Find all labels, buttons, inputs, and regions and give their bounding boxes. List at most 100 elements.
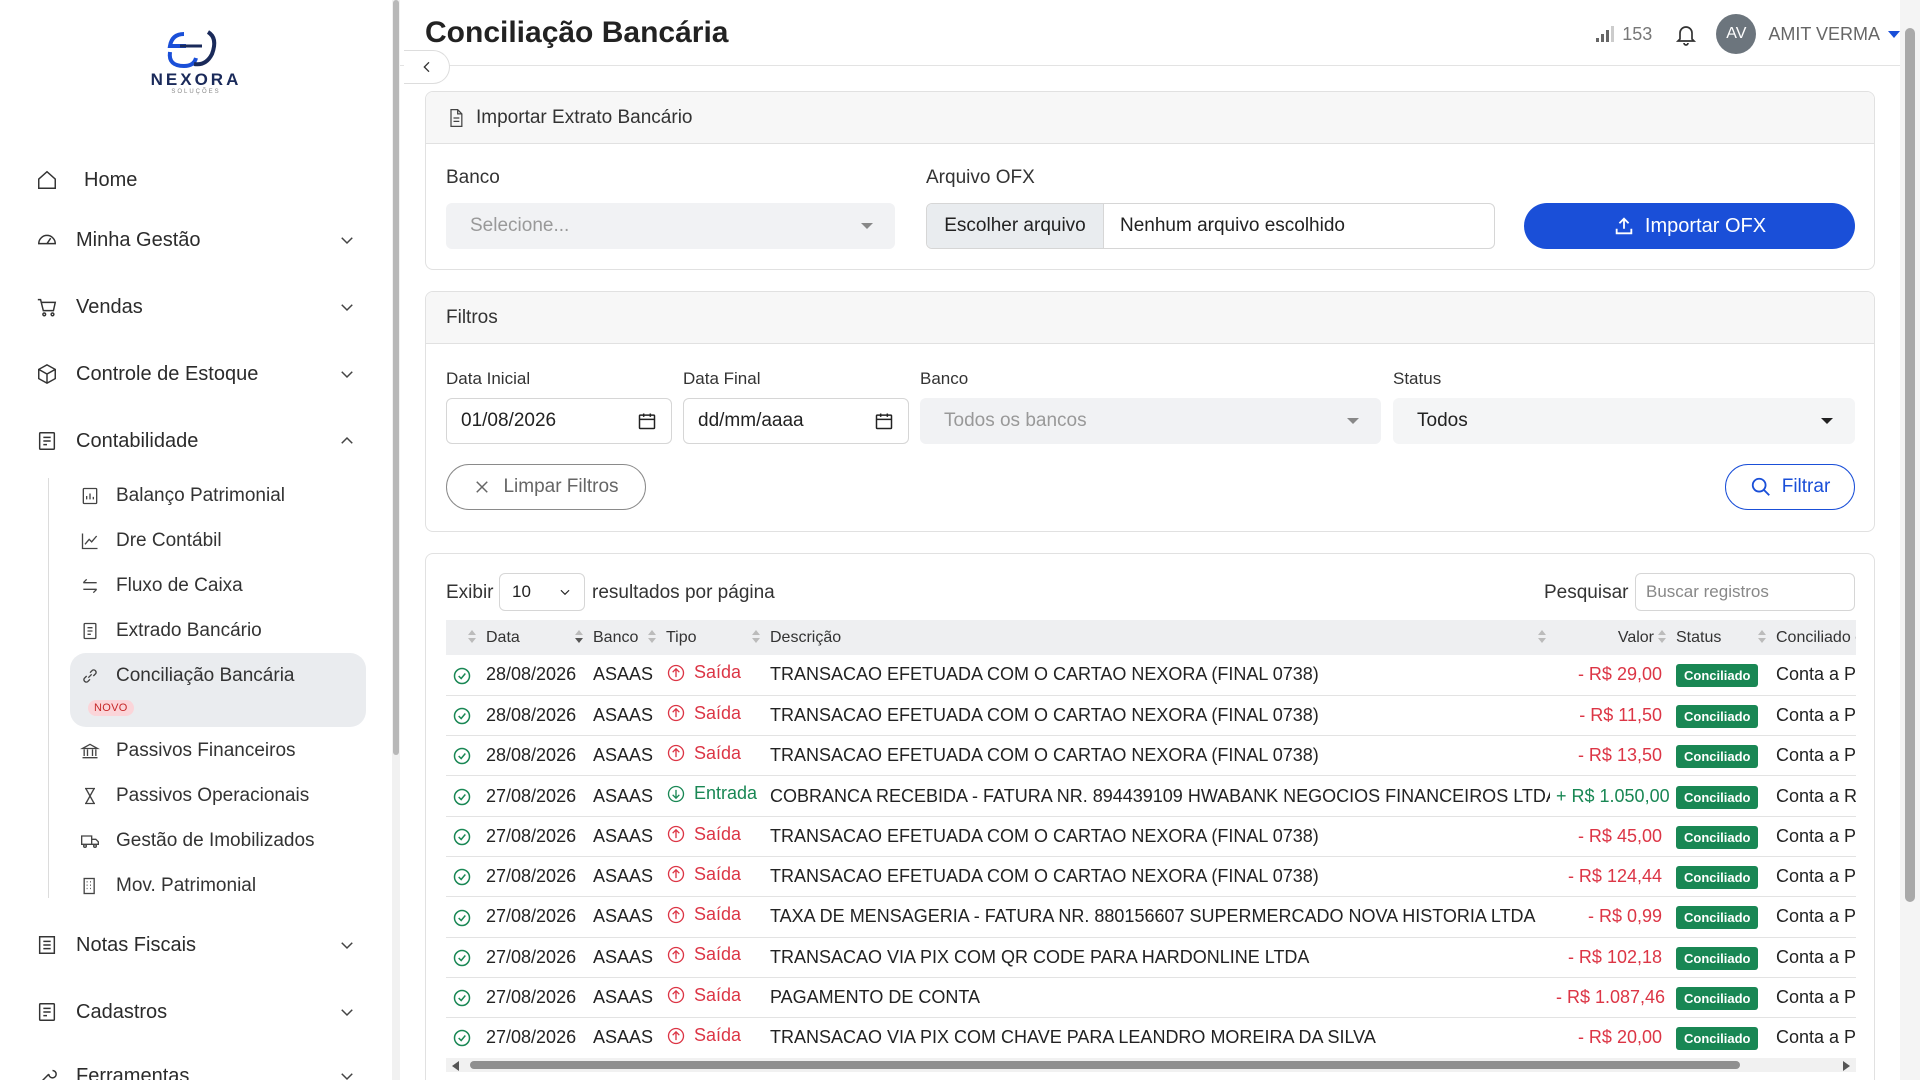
cell-conciliado[interactable]: Conta a Pa bbox=[1770, 897, 1856, 937]
table-row[interactable]: 28/08/2026 ASAAS Saída TRANSACAO EFETUADA C… bbox=[446, 655, 1856, 696]
cell-valor: - R$ 29,00 bbox=[1577, 664, 1662, 685]
reconciled-indicator bbox=[446, 856, 480, 896]
table-row[interactable]: 28/08/2026 ASAAS Saída TRANSACAO EFETUADA C… bbox=[446, 695, 1856, 736]
scroll-left-icon[interactable] bbox=[452, 1061, 459, 1071]
file-icon bbox=[450, 108, 463, 127]
table-row[interactable]: 28/08/2026 ASAAS Saída TRANSACAO EFETUADA C… bbox=[446, 736, 1856, 776]
cell-tipo: Saída bbox=[660, 655, 764, 695]
submenu-label: Extrado Bancário bbox=[116, 620, 262, 641]
submenu-item-passivos-fin[interactable]: Passivos Financeiros bbox=[80, 733, 296, 769]
table-horizontal-scrollbar[interactable] bbox=[446, 1058, 1856, 1072]
submenu-item-balanco[interactable]: Balanço Patrimonial bbox=[80, 478, 285, 514]
arrow-up-circle-icon bbox=[667, 946, 685, 964]
table-row[interactable]: 27/08/2026 ASAAS Saída TRANSACAO VIA PIX CO… bbox=[446, 937, 1856, 978]
submenu-item-conciliacao[interactable]: Conciliação Bancária bbox=[80, 658, 295, 694]
column-header-conciliado[interactable]: Conciliado co bbox=[1770, 620, 1856, 655]
bank-select[interactable]: Selecione... bbox=[446, 203, 895, 249]
column-header-data[interactable]: Data bbox=[480, 620, 587, 655]
sidebar-item-notas-fiscais[interactable]: Notas Fiscais bbox=[36, 925, 356, 965]
main-scrollbar-thumb[interactable] bbox=[1905, 28, 1915, 902]
sidebar-item-label: Notas Fiscais bbox=[76, 933, 197, 956]
top-header: Conciliação Bancária 153 AV AMIT VERMA bbox=[400, 0, 1900, 66]
caret-down-icon[interactable] bbox=[1888, 30, 1900, 38]
table-row[interactable]: 27/08/2026 ASAAS Saída PAGAMENTO DE CONTA - … bbox=[446, 977, 1856, 1018]
status-badge: Conciliado bbox=[1676, 987, 1759, 1011]
column-header-descricao[interactable]: Descrição bbox=[764, 620, 1550, 655]
cell-status: Conciliado bbox=[1670, 776, 1770, 816]
submenu-label: Fluxo de Caixa bbox=[116, 575, 243, 596]
main-scrollbar[interactable] bbox=[1900, 0, 1920, 1080]
filter-bank-select[interactable]: Todos os bancos bbox=[920, 398, 1381, 444]
bell-icon[interactable] bbox=[1674, 22, 1698, 46]
cell-data: 27/08/2026 bbox=[486, 785, 577, 806]
table-row[interactable]: 27/08/2026 ASAAS Saída TRANSACAO EFETUADA C… bbox=[446, 816, 1856, 857]
column-header-valor[interactable]: Valor bbox=[1550, 620, 1670, 655]
cell-conciliado[interactable]: Conta a Pa bbox=[1770, 977, 1856, 1017]
cell-banco: ASAAS bbox=[593, 664, 654, 685]
end-date-input[interactable]: dd/mm/aaaa bbox=[683, 398, 909, 444]
arrow-up-circle-icon bbox=[667, 745, 685, 762]
cell-conciliado[interactable]: Conta a Pa bbox=[1770, 655, 1856, 695]
cell-conciliado[interactable]: Conta a Pa bbox=[1770, 695, 1856, 735]
calendar-icon[interactable] bbox=[874, 411, 894, 431]
sidebar-item-contabilidade[interactable]: Contabilidade bbox=[36, 421, 356, 461]
scroll-right-icon[interactable] bbox=[1843, 1061, 1850, 1071]
column-header-banco[interactable]: Banco bbox=[587, 620, 660, 655]
submenu-item-passivos-op[interactable]: Passivos Operacionais bbox=[80, 778, 309, 814]
sidebar-item-home[interactable]: Home bbox=[36, 160, 356, 200]
filter-button[interactable]: Filtrar bbox=[1725, 464, 1855, 510]
table-row[interactable]: 27/08/2026 ASAAS Saída TAXA DE MENSAGERIA -… bbox=[446, 897, 1856, 938]
nexora-logo[interactable]: NEXORA SOLUÇÕES bbox=[140, 26, 252, 100]
cell-conciliado[interactable]: Conta a Pa bbox=[1770, 736, 1856, 776]
file-status: Nenhum arquivo escolhido bbox=[1120, 215, 1345, 236]
filter-label: Filtrar bbox=[1781, 476, 1831, 497]
ofx-file-input[interactable]: Escolher arquivo Nenhum arquivo escolhid… bbox=[926, 203, 1495, 249]
submenu-item-dre[interactable]: Dre Contábil bbox=[80, 523, 222, 559]
collapse-sidebar-button[interactable] bbox=[404, 50, 450, 84]
submenu-label: Mov. Patrimonial bbox=[116, 875, 257, 896]
submenu-item-imobilizados[interactable]: Gestão de Imobilizados bbox=[80, 823, 315, 859]
filter-bank-label: Banco bbox=[920, 369, 969, 388]
submenu-item-extrato[interactable]: Extrado Bancário bbox=[80, 613, 262, 649]
column-header-status[interactable]: Status bbox=[1670, 620, 1770, 655]
cell-tipo: Saída bbox=[660, 1018, 764, 1056]
cell-tipo: Saída bbox=[660, 977, 764, 1017]
status-select[interactable]: Todos bbox=[1393, 398, 1855, 444]
cell-conciliado[interactable]: Conta a Re bbox=[1770, 776, 1856, 816]
cell-banco: ASAAS bbox=[593, 987, 654, 1008]
cell-conciliado[interactable]: Conta a Pa bbox=[1770, 816, 1856, 856]
chevron-down-icon bbox=[560, 589, 570, 596]
start-date-input[interactable]: 01/08/2026 bbox=[446, 398, 672, 444]
page-size-select[interactable]: 10 bbox=[499, 573, 585, 611]
sidebar-item-controle-estoque[interactable]: Controle de Estoque bbox=[36, 354, 356, 394]
column-header-tipo[interactable]: Tipo bbox=[660, 620, 764, 655]
cell-conciliado[interactable]: Conta a Pa bbox=[1770, 937, 1856, 977]
user-name[interactable]: AMIT VERMA bbox=[1768, 24, 1880, 45]
submenu-item-mov-patrimonial[interactable]: Mov. Patrimonial bbox=[80, 868, 256, 904]
column-header-select[interactable] bbox=[446, 620, 480, 655]
import-card-header: Importar Extrato Bancário bbox=[426, 92, 1874, 144]
sidebar-scrollbar[interactable] bbox=[392, 0, 400, 1080]
sidebar-item-minha-gestao[interactable]: Minha Gestão bbox=[36, 220, 356, 260]
table-scrollbar-thumb[interactable] bbox=[470, 1061, 1740, 1069]
table-row[interactable]: 27/08/2026 ASAAS Saída TRANSACAO EFETUADA C… bbox=[446, 856, 1856, 897]
sidebar-item-vendas[interactable]: Vendas bbox=[36, 287, 356, 327]
sidebar-item-cadastros[interactable]: Cadastros bbox=[36, 992, 356, 1032]
submenu-item-fluxo[interactable]: Fluxo de Caixa bbox=[80, 568, 243, 604]
sidebar-scrollbar-thumb[interactable] bbox=[393, 0, 399, 755]
cell-conciliado[interactable]: Conta a Pa bbox=[1770, 1018, 1856, 1056]
search-input[interactable] bbox=[1635, 573, 1855, 611]
tools-icon bbox=[41, 1069, 57, 1080]
cell-data: 27/08/2026 bbox=[486, 946, 577, 967]
calendar-icon[interactable] bbox=[637, 411, 657, 431]
choose-file-button[interactable]: Escolher arquivo bbox=[927, 204, 1104, 248]
table-row[interactable]: 27/08/2026 ASAAS Entrada COBRANCA RECEBIDA … bbox=[446, 776, 1856, 817]
cell-descricao: TRANSACAO EFETUADA COM O CARTAO NEXORA (… bbox=[770, 745, 1319, 766]
import-ofx-button[interactable]: Importar OFX bbox=[1524, 203, 1855, 249]
clear-filters-button[interactable]: Limpar Filtros bbox=[446, 464, 646, 510]
cell-conciliado[interactable]: Conta a Pa bbox=[1770, 856, 1856, 896]
sidebar-item-ferramentas[interactable]: Ferramentas bbox=[36, 1056, 356, 1080]
table-row[interactable]: 27/08/2026 ASAAS Saída TRANSACAO VIA PIX CO… bbox=[446, 1018, 1856, 1056]
cell-data: 28/08/2026 bbox=[486, 704, 577, 725]
avatar[interactable]: AV bbox=[1716, 14, 1757, 54]
